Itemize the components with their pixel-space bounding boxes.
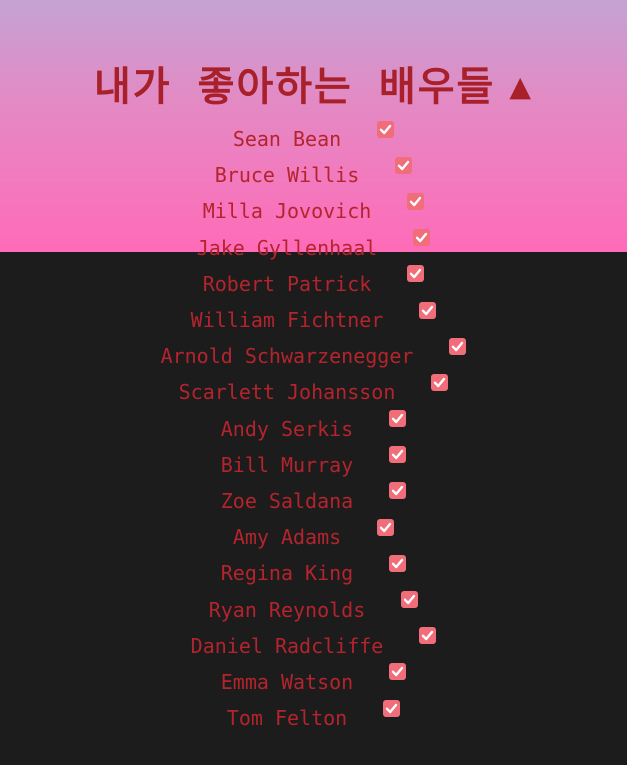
actor-checkbox[interactable] (401, 591, 419, 609)
checkmark-icon (422, 305, 434, 315)
actor-checkbox[interactable] (407, 192, 425, 210)
page-title: 내가 좋아하는 배우들 ▲ (0, 59, 627, 115)
actor-name: William Fichtner (190, 308, 384, 333)
actor-name: Milla Jovovich (202, 199, 372, 224)
actor-name: Regina King (220, 561, 354, 586)
actor-row: Scarlett Johansson (0, 373, 627, 410)
actor-name: Bill Murray (220, 452, 354, 477)
checkmark-icon (398, 160, 410, 170)
actor-checkbox[interactable] (377, 518, 395, 536)
actor-checkbox[interactable] (419, 627, 437, 645)
actor-checkbox[interactable] (413, 229, 431, 247)
actor-checkbox[interactable] (389, 554, 407, 572)
actor-name: Amy Adams (232, 525, 342, 550)
checkmark-icon (422, 631, 434, 641)
checkmark-icon (392, 667, 404, 677)
actor-checkbox[interactable] (449, 337, 467, 355)
actor-row: Daniel Radcliffe (0, 627, 627, 664)
actor-name: Ryan Reynolds (208, 597, 366, 622)
actor-name: Daniel Radcliffe (190, 633, 384, 658)
actor-row: Regina King (0, 554, 627, 591)
checkmark-icon (452, 341, 464, 351)
actor-checkbox[interactable] (419, 301, 437, 319)
actor-checkbox[interactable] (389, 446, 407, 464)
actor-checkbox[interactable] (395, 156, 413, 174)
actor-row: Andy Serkis (0, 410, 627, 447)
actor-row: Arnold Schwarzenegger (0, 337, 627, 374)
actor-name: Tom Felton (226, 706, 348, 731)
actor-name: Emma Watson (220, 669, 354, 694)
checkmark-icon (392, 486, 404, 496)
actor-row: Zoe Saldana (0, 482, 627, 519)
actor-row: Milla Jovovich (0, 192, 627, 229)
checkmark-icon (386, 703, 398, 713)
actor-name: Bruce Willis (214, 163, 360, 188)
checkmark-icon (404, 594, 416, 605)
actor-checkbox[interactable] (431, 373, 449, 391)
actor-checkbox[interactable] (389, 482, 407, 500)
checkmark-icon (392, 558, 404, 569)
actor-row: Emma Watson (0, 663, 627, 700)
checkmark-icon (410, 269, 422, 279)
checkmark-icon (379, 522, 392, 532)
actor-name: Scarlett Johansson (178, 380, 396, 405)
actor-row: Jake Gyllenhaal (0, 229, 627, 266)
checkmark-icon (410, 196, 422, 207)
actor-row: Ryan Reynolds (0, 591, 627, 627)
actor-row: Tom Felton (0, 699, 627, 736)
actor-row: Amy Adams (0, 518, 627, 555)
actor-row: Bill Murray (0, 446, 627, 483)
page-title-text: 내가 좋아하는 배우들 (93, 63, 496, 110)
actor-list: Sean Bean Bruce Willis Milla Jovovich Ja… (0, 120, 627, 736)
actor-name: Sean Bean (232, 127, 342, 152)
checkmark-icon (379, 124, 392, 134)
triangle-up-icon[interactable]: ▲ (509, 59, 533, 115)
checkmark-icon (392, 450, 404, 460)
actor-name: Andy Serkis (220, 416, 354, 441)
actor-checkbox[interactable] (383, 699, 401, 717)
checkmark-icon (416, 232, 428, 243)
actor-row: Bruce Willis (0, 156, 627, 193)
actor-name: Jake Gyllenhaal (196, 235, 378, 260)
actor-checkbox[interactable] (407, 265, 425, 283)
actor-checkbox[interactable] (389, 663, 407, 681)
checkmark-icon (392, 413, 404, 424)
actor-name: Arnold Schwarzenegger (160, 344, 414, 369)
actor-name: Robert Patrick (202, 271, 372, 296)
checkmark-icon (434, 377, 446, 388)
actor-row: Robert Patrick (0, 265, 627, 302)
actor-checkbox[interactable] (389, 410, 407, 428)
actor-row: William Fichtner (0, 301, 627, 338)
actor-row: Sean Bean (0, 120, 627, 157)
actor-checkbox[interactable] (377, 120, 395, 138)
actor-name: Zoe Saldana (220, 488, 354, 513)
